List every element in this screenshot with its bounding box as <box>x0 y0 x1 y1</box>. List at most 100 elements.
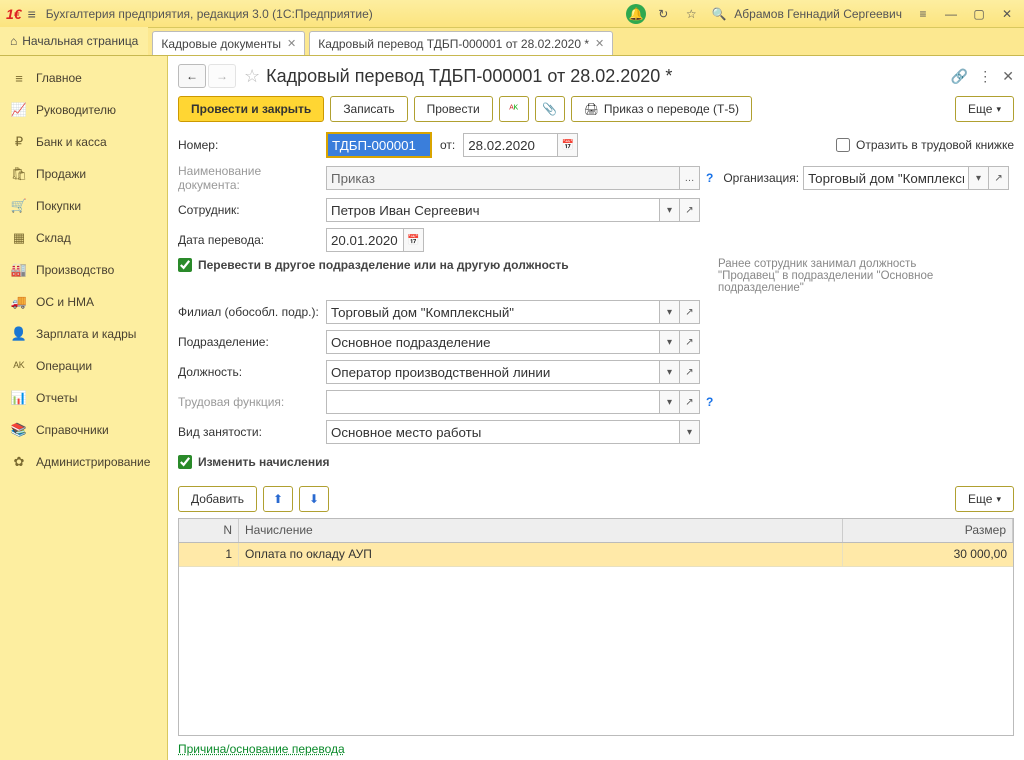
doc-header: ← → ☆ Кадровый перевод ТДБП-000001 от 28… <box>178 64 1014 88</box>
attach-button[interactable]: 📎 <box>535 96 565 122</box>
dept-input[interactable] <box>326 330 660 354</box>
number-input[interactable] <box>326 132 432 158</box>
user-menu-icon[interactable]: ≡ <box>912 3 934 25</box>
printer-icon: 🖨 <box>584 102 599 116</box>
function-input[interactable] <box>326 390 660 414</box>
sidebar-item-manager[interactable]: 📈Руководителю <box>0 94 167 126</box>
table-toolbar: Добавить ⬆ ⬇ Еще <box>178 486 1014 512</box>
dropdown-icon[interactable]: ▾ <box>680 420 700 444</box>
nav-back-button[interactable]: ← <box>178 64 206 88</box>
history-icon[interactable]: ↻ <box>652 3 674 25</box>
open-icon[interactable]: ↗ <box>680 198 700 222</box>
employee-input[interactable] <box>326 198 660 222</box>
logo-1c: 1€ <box>6 6 22 22</box>
accruals-table[interactable]: N Начисление Размер 1 Оплата по окладу А… <box>178 518 1014 736</box>
nav-forward-button[interactable]: → <box>208 64 236 88</box>
user-name[interactable]: Абрамов Геннадий Сергеевич <box>734 7 902 21</box>
prev-position-hint: Ранее сотрудник занимал должность "Прода… <box>718 258 978 294</box>
tab-home[interactable]: ⌂ Начальная страница <box>0 27 148 55</box>
label-branch: Филиал (обособл. подр.): <box>178 305 326 319</box>
print-button[interactable]: 🖨Приказ о переводе (Т-5) <box>571 96 752 122</box>
sidebar-item-warehouse[interactable]: ▦Склад <box>0 222 167 254</box>
minimize-icon[interactable]: — <box>940 3 962 25</box>
reflect-checkbox[interactable] <box>836 138 850 152</box>
cell-n[interactable]: 1 <box>179 543 239 567</box>
table-body[interactable]: 1 Оплата по окладу АУП 30 000,00 <box>179 543 1013 735</box>
table-row[interactable]: 1 Оплата по окладу АУП 30 000,00 <box>179 543 1013 567</box>
favorite-icon[interactable]: ☆ <box>244 66 260 87</box>
close-icon[interactable]: ✕ <box>996 3 1018 25</box>
dropdown-icon[interactable]: ▾ <box>969 166 989 190</box>
label-transfer: Перевести в другое подразделение или на … <box>198 258 569 272</box>
dropdown-icon[interactable]: ▾ <box>660 330 680 354</box>
sidebar-item-reports[interactable]: 📊Отчеты <box>0 382 167 414</box>
sidebar-item-assets[interactable]: 🚚ОС и НМА <box>0 286 167 318</box>
tab-close-icon[interactable]: ✕ <box>595 37 604 50</box>
open-icon[interactable]: ↗ <box>680 330 700 354</box>
cell-sum[interactable]: 30 000,00 <box>843 543 1013 567</box>
sidebar-item-main[interactable]: ≡Главное <box>0 62 167 94</box>
col-sum[interactable]: Размер <box>843 519 1013 542</box>
cell-name[interactable]: Оплата по окладу АУП <box>239 543 843 567</box>
search-icon[interactable]: 🔍 <box>708 3 730 25</box>
help-icon[interactable]: ? <box>706 395 713 409</box>
more-button[interactable]: Еще <box>955 96 1014 122</box>
transfer-date-input[interactable] <box>326 228 404 252</box>
menu-icon[interactable]: ≡ <box>28 6 36 22</box>
table-more-button[interactable]: Еще <box>955 486 1014 512</box>
dtkt-button[interactable]: ᴬᴷ <box>499 96 529 122</box>
calendar-icon[interactable]: 📅 <box>404 228 424 252</box>
open-icon[interactable]: ↗ <box>680 300 700 324</box>
open-icon[interactable]: ↗ <box>989 166 1009 190</box>
person-icon: 👤 <box>10 326 28 342</box>
sidebar-item-bank[interactable]: ₽Банк и касса <box>0 126 167 158</box>
sidebar-item-production[interactable]: 🏭Производство <box>0 254 167 286</box>
dropdown-icon[interactable]: ▾ <box>660 390 680 414</box>
tab-hr-docs[interactable]: Кадровые документы ✕ <box>152 31 305 55</box>
sidebar-item-purchases[interactable]: 🛒Покупки <box>0 190 167 222</box>
post-button[interactable]: Провести <box>414 96 493 122</box>
calendar-icon[interactable]: 📅 <box>558 133 578 157</box>
sidebar-item-sales[interactable]: 🛍Продажи <box>0 158 167 190</box>
transfer-checkbox[interactable] <box>178 258 192 272</box>
sidebar-label: Склад <box>36 231 71 245</box>
open-icon[interactable]: ↗ <box>680 360 700 384</box>
col-n[interactable]: N <box>179 519 239 542</box>
change-accruals-checkbox[interactable] <box>178 455 192 469</box>
save-button[interactable]: Записать <box>330 96 407 122</box>
reason-link[interactable]: Причина/основание перевода <box>178 742 1014 756</box>
org-input[interactable] <box>803 166 969 190</box>
link-icon[interactable]: 🔗 <box>951 68 968 85</box>
col-name[interactable]: Начисление <box>239 519 843 542</box>
label-reflect: Отразить в трудовой книжке <box>856 138 1014 152</box>
move-down-button[interactable]: ⬇ <box>299 486 329 512</box>
sidebar-item-catalogs[interactable]: 📚Справочники <box>0 414 167 446</box>
bell-icon[interactable]: 🔔 <box>626 4 646 24</box>
post-and-close-button[interactable]: Провести и закрыть <box>178 96 324 122</box>
move-up-button[interactable]: ⬆ <box>263 486 293 512</box>
sidebar-item-admin[interactable]: ✿Администрирование <box>0 446 167 478</box>
ellipsis-icon[interactable]: … <box>680 166 700 190</box>
dropdown-icon[interactable]: ▾ <box>660 360 680 384</box>
sidebar-item-hr[interactable]: 👤Зарплата и кадры <box>0 318 167 350</box>
tab-hr-transfer[interactable]: Кадровый перевод ТДБП-000001 от 28.02.20… <box>309 31 613 55</box>
add-row-button[interactable]: Добавить <box>178 486 257 512</box>
star-icon[interactable]: ☆ <box>680 3 702 25</box>
sidebar-item-operations[interactable]: ᴬᴷОперации <box>0 350 167 382</box>
maximize-icon[interactable]: ▢ <box>968 3 990 25</box>
dropdown-icon[interactable]: ▾ <box>660 300 680 324</box>
kebab-icon[interactable]: ⋮ <box>978 68 992 85</box>
sidebar-label: Покупки <box>36 199 81 213</box>
dropdown-icon[interactable]: ▾ <box>660 198 680 222</box>
date-input[interactable] <box>463 133 558 157</box>
tab-close-icon[interactable]: ✕ <box>287 37 296 50</box>
table-header: N Начисление Размер <box>179 519 1013 543</box>
branch-input[interactable] <box>326 300 660 324</box>
docname-input[interactable] <box>326 166 680 190</box>
help-icon[interactable]: ? <box>706 171 713 185</box>
sidebar-label: Операции <box>36 359 92 373</box>
close-doc-icon[interactable]: ✕ <box>1002 68 1014 85</box>
emp-type-input[interactable] <box>326 420 680 444</box>
open-icon[interactable]: ↗ <box>680 390 700 414</box>
position-input[interactable] <box>326 360 660 384</box>
